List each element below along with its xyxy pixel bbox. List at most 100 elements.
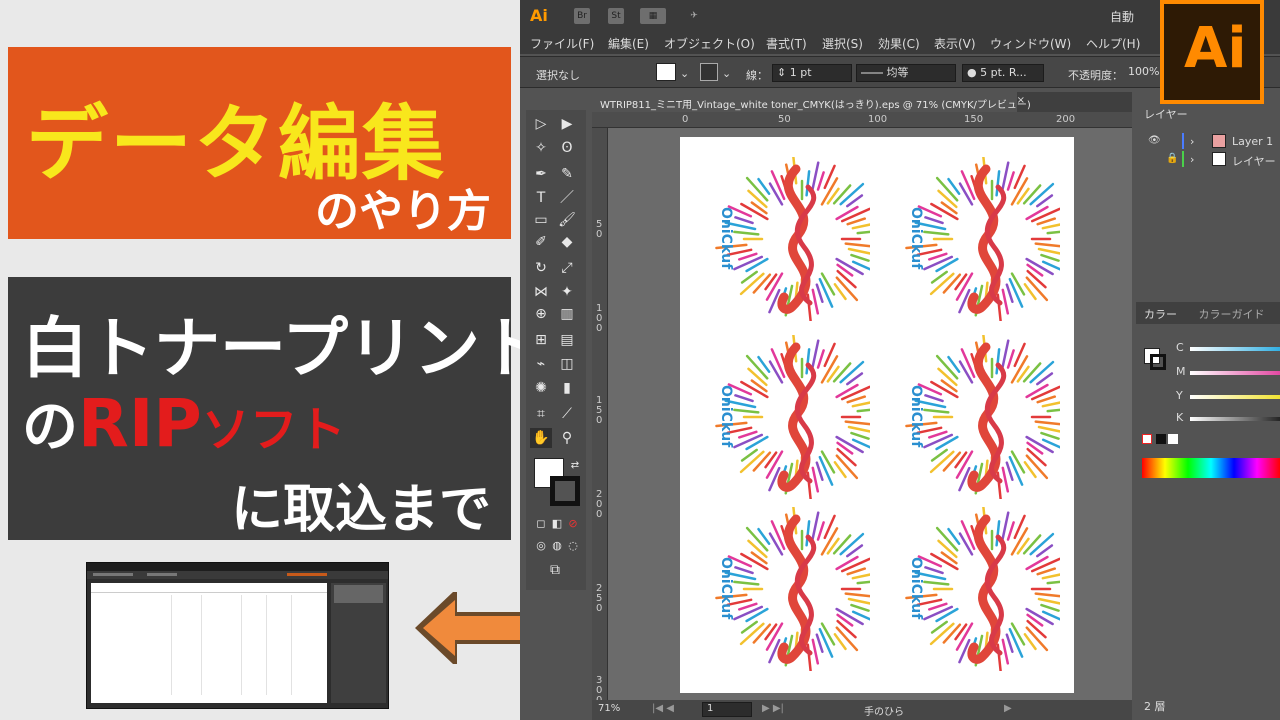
perspective-grid-icon[interactable]: ▥ <box>556 304 578 324</box>
canvas[interactable]: 0 50 100 150 200 5 0 1 0 0 1 5 0 2 0 0 2… <box>592 112 1132 706</box>
selection-tool-icon[interactable]: ▷ <box>530 114 552 134</box>
symbol-sprayer-icon[interactable]: ✺ <box>530 378 552 398</box>
artwork-tile[interactable]: OniCkuf <box>890 152 1079 326</box>
type-tool-icon[interactable]: T <box>530 188 552 208</box>
ray-mark <box>1001 288 1010 315</box>
gradient-tool-icon[interactable]: ▤ <box>556 330 578 350</box>
brush-definition[interactable]: ● 5 pt. R... <box>962 64 1044 82</box>
horizontal-ruler[interactable]: 0 50 100 150 200 <box>592 112 1132 128</box>
arrange-icon[interactable]: ▦ <box>640 8 666 24</box>
eraser-icon[interactable]: ◆ <box>556 232 578 252</box>
menu-edit[interactable]: 編集(E) <box>608 35 649 52</box>
black-slider[interactable]: K 0 <box>1176 410 1280 428</box>
graph-tool-icon[interactable]: ▮ <box>556 378 578 398</box>
pen-tool-icon[interactable]: ✒ <box>530 164 552 184</box>
bridge-icon[interactable]: Br <box>574 8 590 24</box>
paintbrush-icon[interactable]: 🖌 <box>556 210 578 230</box>
layers-panel-title[interactable]: レイヤー <box>1136 102 1280 124</box>
close-icon[interactable]: × <box>1017 95 1025 106</box>
opacity-field[interactable]: 100% <box>1124 64 1160 82</box>
direct-selection-tool-icon[interactable]: ▶ <box>556 114 578 134</box>
layer-row[interactable]: 👁 › Layer 1 <box>1136 132 1280 152</box>
rectangle-tool-icon[interactable]: ▭ <box>530 210 552 230</box>
magic-wand-icon[interactable]: ✧ <box>530 138 552 158</box>
mesh-tool-icon[interactable]: ⊞ <box>530 330 552 350</box>
variable-width-profile[interactable]: ⎯⎯⎯⎯ 均等 <box>856 64 956 82</box>
chevron-right-icon[interactable]: › <box>1190 153 1194 166</box>
swap-colors-icon[interactable]: ⇄ <box>564 456 586 476</box>
slice-tool-icon[interactable]: ⟋ <box>556 404 578 424</box>
chevron-down-icon[interactable]: ⌄ <box>680 67 689 80</box>
tab-document[interactable]: WTRIP811_ミニT用_Vintage_white toner_CMYK(は… <box>592 92 1031 112</box>
artwork-tile[interactable]: OniCkuf <box>700 330 889 504</box>
hand-tool-icon[interactable]: ✋ <box>530 428 552 448</box>
gpu-icon[interactable]: ✈ <box>686 8 702 24</box>
ray-mark <box>745 435 769 451</box>
tab-color[interactable]: カラー <box>1144 308 1177 321</box>
artwork-tile[interactable]: OniCkuf <box>890 502 1079 676</box>
stroke-color-swatch[interactable] <box>550 476 580 506</box>
layer-name[interactable]: Layer 1 <box>1232 135 1273 148</box>
menu-effect[interactable]: 効果(C) <box>878 35 920 52</box>
menu-view[interactable]: 表示(V) <box>934 35 976 52</box>
zoom-tool-icon[interactable]: ⚲ <box>556 428 578 448</box>
color-spectrum[interactable] <box>1142 458 1280 478</box>
blend-tool-icon[interactable]: ◫ <box>556 354 578 374</box>
chevron-down-icon[interactable]: ⌄ <box>722 67 731 80</box>
vertical-ruler[interactable]: 5 0 1 0 0 1 5 0 2 0 0 2 5 0 3 0 0 <box>592 128 608 706</box>
app-logo: Ai <box>530 6 548 25</box>
stock-icon[interactable]: St <box>608 8 624 24</box>
layer-row[interactable]: 🔒 › レイヤー <box>1136 150 1280 170</box>
magenta-slider[interactable]: M 0 <box>1176 364 1280 382</box>
eye-icon[interactable]: 👁 <box>1148 135 1161 146</box>
white-swatch[interactable] <box>1168 434 1178 444</box>
none-swatch[interactable] <box>1142 434 1152 444</box>
artwork-tile[interactable]: OniCkuf <box>700 152 889 326</box>
shaper-tool-icon[interactable]: ✐ <box>530 232 552 252</box>
rotate-tool-icon[interactable]: ↻ <box>530 258 552 278</box>
black-swatch[interactable] <box>1156 434 1166 444</box>
artboard-number[interactable]: 1 <box>702 702 752 717</box>
zoom-level[interactable]: 71% <box>598 703 620 714</box>
scroll-arrow-icon[interactable]: ▶ <box>1004 703 1012 714</box>
color-stroke-swatch[interactable] <box>1150 354 1166 370</box>
layer-name[interactable]: レイヤー <box>1232 153 1276 169</box>
eyedropper-icon[interactable]: ⌁ <box>530 354 552 374</box>
artboard-tool-icon[interactable]: ⌗ <box>530 404 552 424</box>
scale-tool-icon[interactable]: ⤢ <box>556 258 578 278</box>
yellow-slider[interactable]: Y 0 <box>1176 388 1280 406</box>
none-mode-icon[interactable]: ⊘ <box>562 514 584 534</box>
stroke-swatch[interactable] <box>700 63 718 81</box>
nav-arrows-icon[interactable]: |◀ ◀ <box>652 703 674 714</box>
lock-icon[interactable]: 🔒 <box>1166 153 1178 164</box>
ray-mark <box>811 466 820 493</box>
artwork-tile[interactable]: OniCkuf <box>700 502 889 676</box>
curvature-tool-icon[interactable]: ✎ <box>556 164 578 184</box>
artboard[interactable]: OniCkuf OniCkuf OniCkuf OniCkuf OniCkuf … <box>680 137 1079 693</box>
puppet-warp-icon[interactable]: ✦ <box>556 282 578 302</box>
menu-type[interactable]: 書式(T) <box>766 35 807 52</box>
ray-mark <box>733 408 760 414</box>
nav-arrows-icon[interactable]: ▶ ▶| <box>762 703 784 714</box>
thumb-titlebar <box>87 563 388 571</box>
ray-mark <box>1001 638 1010 665</box>
tab-color-guide[interactable]: カラーガイド <box>1199 308 1265 321</box>
workspace-label[interactable]: 自動 <box>1110 8 1134 25</box>
menu-object[interactable]: オブジェクト(O) <box>664 35 755 52</box>
stroke-weight-field[interactable]: ⇕ 1 pt <box>772 64 852 82</box>
chevron-right-icon[interactable]: › <box>1190 135 1194 148</box>
shape-builder-icon[interactable]: ⊕ <box>530 304 552 324</box>
screen-mode-icon[interactable]: ⧉ <box>544 560 566 580</box>
draw-inside-icon[interactable]: ◌ <box>562 536 584 556</box>
menu-select[interactable]: 選択(S) <box>822 35 863 52</box>
artwork-tile[interactable]: OniCkuf <box>890 330 1079 504</box>
lasso-icon[interactable]: ʘ <box>556 138 578 158</box>
width-tool-icon[interactable]: ⋈ <box>530 282 552 302</box>
cyan-slider[interactable]: C 0 <box>1176 340 1280 358</box>
fill-swatch[interactable] <box>656 63 676 81</box>
menu-help[interactable]: ヘルプ(H) <box>1086 35 1140 52</box>
ray-mark <box>835 205 859 221</box>
menu-window[interactable]: ウィンドウ(W) <box>990 35 1071 52</box>
menu-file[interactable]: ファイル(F) <box>530 35 594 52</box>
line-tool-icon[interactable]: ／ <box>556 188 578 208</box>
